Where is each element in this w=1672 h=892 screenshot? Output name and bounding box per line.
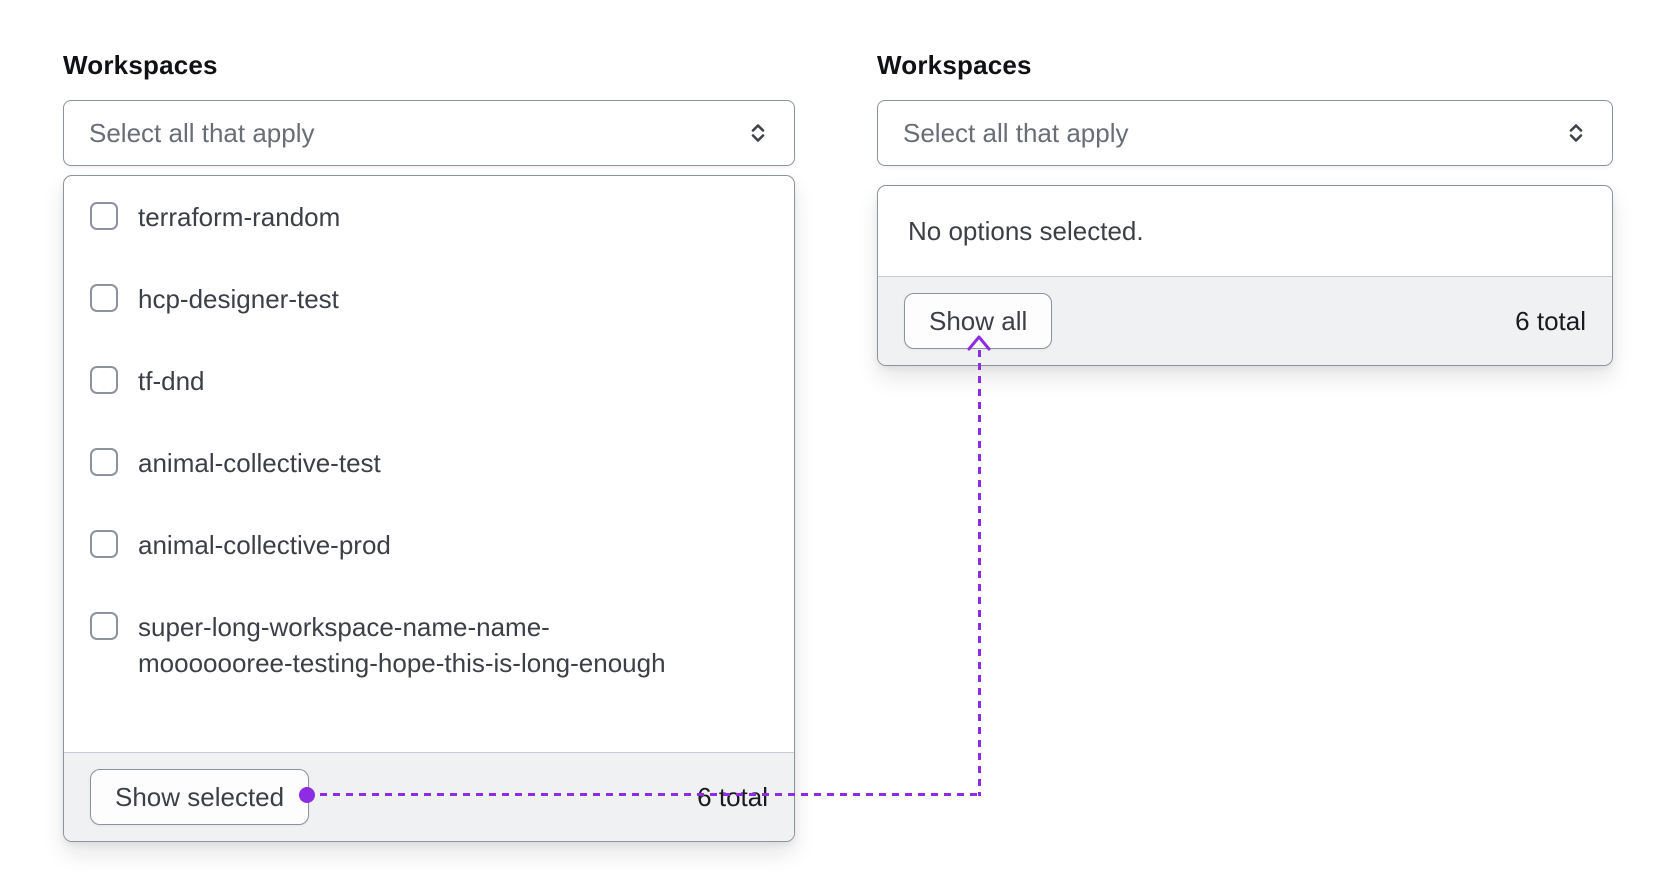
- select-placeholder: Select all that apply: [903, 117, 1129, 148]
- option-tf-dnd[interactable]: tf-dnd: [64, 340, 794, 422]
- checkbox[interactable]: [90, 530, 118, 558]
- chevrons-up-down-icon: [1562, 119, 1590, 147]
- show-selected-button[interactable]: Show selected: [90, 769, 310, 825]
- checkbox[interactable]: [90, 366, 118, 394]
- workspaces-label: Workspaces: [63, 50, 218, 80]
- empty-state-message: No options selected.: [908, 216, 1144, 246]
- workspaces-select-trigger[interactable]: Select all that apply: [877, 100, 1613, 166]
- annotation-arrowhead-icon: [966, 334, 992, 352]
- options-list: terraform-random hcp-designer-test tf-dn…: [64, 176, 794, 752]
- total-count: 6 total: [1515, 305, 1586, 336]
- select-placeholder: Select all that apply: [89, 117, 315, 148]
- checkbox[interactable]: [90, 448, 118, 476]
- checkbox[interactable]: [90, 202, 118, 230]
- workspaces-multiselect-empty: Workspaces Select all that apply No opti…: [877, 50, 1613, 366]
- listbox-footer: Show selected 6 total: [64, 752, 794, 841]
- option-hcp-designer-test[interactable]: hcp-designer-test: [64, 258, 794, 340]
- workspaces-select-trigger[interactable]: Select all that apply: [63, 100, 795, 166]
- workspaces-multiselect-open: Workspaces Select all that apply terrafo…: [63, 50, 795, 842]
- total-count: 6 total: [697, 781, 768, 812]
- annotation-connector-horizontal: [307, 793, 981, 796]
- option-terraform-random[interactable]: terraform-random: [64, 176, 794, 258]
- checkbox[interactable]: [90, 284, 118, 312]
- option-super-long-workspace[interactable]: super-long-workspace-name-name- moooooor…: [64, 586, 794, 704]
- chevrons-up-down-icon: [744, 119, 772, 147]
- workspaces-label: Workspaces: [877, 50, 1032, 80]
- annotation-connector-vertical: [978, 350, 981, 796]
- checkbox[interactable]: [90, 612, 118, 640]
- option-animal-collective-prod[interactable]: animal-collective-prod: [64, 504, 794, 586]
- options-listbox: terraform-random hcp-designer-test tf-dn…: [63, 175, 795, 842]
- option-animal-collective-test[interactable]: animal-collective-test: [64, 422, 794, 504]
